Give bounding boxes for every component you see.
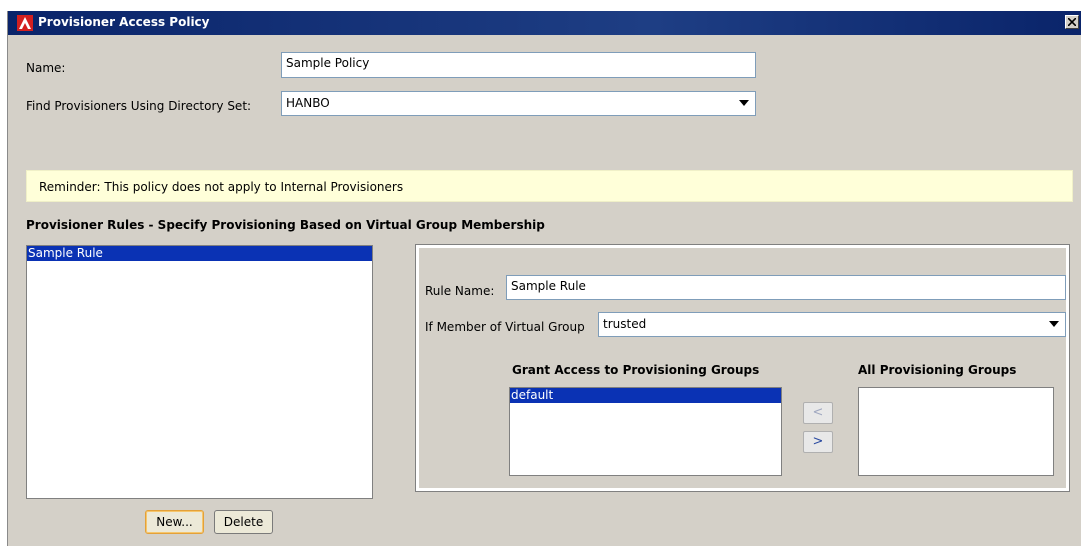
granted-groups-title: Grant Access to Provisioning Groups [512, 363, 760, 377]
all-groups-list[interactable] [858, 387, 1054, 476]
chevron-left-icon: < [812, 405, 824, 420]
window-title: Provisioner Access Policy [38, 15, 210, 29]
rules-section-title: Provisioner Rules - Specify Provisioning… [26, 218, 545, 232]
list-item[interactable]: Sample Rule [27, 246, 372, 261]
add-group-button[interactable]: < [803, 402, 833, 424]
remove-group-button[interactable]: > [803, 431, 833, 453]
list-item[interactable]: default [510, 388, 781, 403]
chevron-down-icon[interactable] [739, 100, 749, 106]
rule-name-label: Rule Name: [425, 284, 495, 298]
title-bar[interactable]: Provisioner Access Policy [8, 11, 1081, 35]
close-button[interactable] [1065, 15, 1079, 29]
reminder-text: Reminder: This policy does not apply to … [39, 180, 404, 194]
granted-groups-list[interactable]: default [509, 387, 782, 476]
all-groups-title: All Provisioning Groups [858, 363, 1017, 377]
rule-detail-panel: Rule Name: Sample Rule If Member of Virt… [415, 244, 1070, 492]
reminder-banner: Reminder: This policy does not apply to … [26, 170, 1073, 202]
chevron-right-icon: > [812, 434, 824, 449]
virtual-group-select[interactable]: trusted [598, 312, 1066, 337]
directory-set-select[interactable]: HANBO [281, 91, 756, 116]
chevron-down-icon[interactable] [1049, 321, 1059, 327]
rules-list[interactable]: Sample Rule [26, 245, 373, 499]
virtual-group-value: trusted [603, 317, 647, 331]
rule-name-input[interactable]: Sample Rule [506, 275, 1066, 300]
name-input[interactable]: Sample Policy [281, 52, 756, 78]
name-label: Name: [26, 61, 66, 75]
virtual-group-label: If Member of Virtual Group [425, 320, 585, 334]
directory-set-label: Find Provisioners Using Directory Set: [26, 99, 252, 113]
delete-rule-button[interactable]: Delete [214, 510, 273, 534]
close-icon [1068, 18, 1076, 26]
new-rule-button[interactable]: New... [145, 510, 204, 534]
dialog-window: Provisioner Access Policy Name: Sample P… [7, 11, 1081, 546]
directory-set-value: HANBO [286, 96, 330, 110]
app-logo-icon [17, 15, 33, 31]
